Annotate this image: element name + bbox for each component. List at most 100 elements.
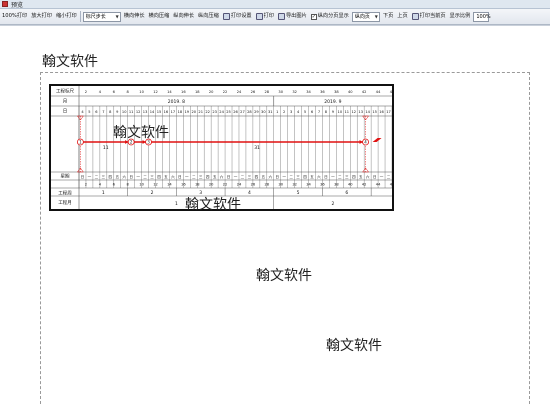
weekday-label: 五 (359, 175, 363, 179)
work-month-number: 2 (331, 201, 334, 207)
scale-number-bottom: 32 (292, 183, 297, 187)
day-number: 19 (185, 110, 190, 114)
scale-number-bottom: 14 (167, 183, 172, 187)
weekday-label: 日 (373, 175, 377, 179)
row-label: 工程标尺 (56, 88, 74, 95)
day-number: 6 (95, 110, 98, 114)
row-label: 日 (63, 109, 68, 115)
scale-number: 42 (362, 90, 367, 94)
day-number: 12 (351, 110, 356, 114)
print-setup-button[interactable]: 打印设置 (222, 11, 253, 22)
weekday-label: 三 (248, 175, 252, 179)
weekday-label: 三 (199, 175, 203, 179)
page-split-checkbox[interactable]: ✓ (310, 13, 317, 20)
scale-number-bottom: 44 (376, 183, 381, 187)
window-titlebar: 预览 (0, 0, 550, 9)
day-number: 7 (318, 110, 320, 114)
weekday-label: 六 (171, 174, 175, 179)
print-button[interactable]: 打印 (255, 11, 275, 22)
page-direction-value: 纵向页 (354, 14, 370, 20)
day-number: 12 (136, 110, 141, 114)
day-number: 13 (143, 110, 148, 114)
scale-number-bottom: 38 (334, 183, 339, 187)
preview-viewport[interactable] (0, 25, 550, 405)
page-split-toggle[interactable]: ✓ 纵向分页显示 (310, 11, 350, 22)
week-number: 2 (151, 190, 154, 196)
weekday-label: 六 (220, 174, 224, 179)
scale-number: 38 (334, 90, 339, 94)
day-number: 4 (297, 110, 300, 114)
weekday-label: 日 (178, 175, 182, 179)
scale-number-bottom: 6 (113, 183, 116, 187)
day-number: 17 (386, 110, 391, 114)
horizontal-compress-button[interactable]: 横向压缩 (148, 11, 171, 22)
ruler-step-select[interactable]: 标尺步长 ▼ (82, 11, 121, 22)
day-number: 18 (178, 110, 183, 114)
zoom-value: 100% (476, 13, 491, 20)
scale-number: 22 (223, 90, 228, 94)
network-schedule-chart: 工程标尺月日星期 工程周 工程月 4 日 5 一 6 二 7 三 8 四 9 五 10 六 11 日 12 一 13 二 14… (49, 84, 394, 211)
weekday-label: 二 (95, 175, 99, 179)
scale-number: 2 (85, 90, 87, 94)
vertical-compress-button[interactable]: 纵向压缩 (197, 11, 220, 22)
weekday-label: 二 (143, 175, 147, 179)
vertical-stretch-button[interactable]: 纵向伸长 (172, 11, 195, 22)
page-split-label: 纵向分页显示 (317, 13, 349, 19)
scale-number: 46 (390, 90, 392, 94)
print-current-label: 打印当前页 (419, 13, 446, 19)
preview-toolbar: 100%打印 放大打印 缩小打印 标尺步长 ▼ 横向伸长 横向压缩 纵向伸长 纵向… (0, 9, 550, 25)
day-number: 6 (311, 110, 314, 114)
actual-size-print-button[interactable]: 100%打印 (1, 11, 28, 22)
export-image-button[interactable]: 导出图片 (277, 11, 308, 22)
row-label: 星期 (61, 174, 70, 180)
week-number: 6 (345, 190, 348, 196)
zoom-label: 显示比例 (449, 13, 471, 19)
watermark-text: 翰文软件 (326, 338, 382, 354)
prev-page-button[interactable]: 上页 (396, 11, 408, 22)
weekday-label: 六 (317, 174, 321, 179)
month-label: 2019. 8 (168, 99, 185, 105)
weekday-label: 四 (157, 175, 161, 179)
weekday-label: 日 (129, 175, 133, 179)
day-number: 9 (332, 110, 335, 114)
horizontal-stretch-button[interactable]: 横向伸长 (123, 11, 146, 22)
scale-number: 12 (153, 90, 158, 94)
weekday-label: 一 (282, 175, 286, 179)
scale-number-bottom: 22 (223, 183, 228, 187)
day-number: 16 (164, 110, 169, 114)
print-current-page-button[interactable]: 打印当前页 (411, 11, 447, 22)
scale-number: 44 (376, 90, 381, 94)
scale-number: 26 (251, 90, 256, 94)
day-number: 26 (233, 110, 238, 114)
scale-number: 8 (127, 90, 130, 94)
zoom-out-print-button[interactable]: 缩小打印 (55, 11, 78, 22)
next-page-button[interactable]: 下页 (382, 11, 394, 22)
day-number: 10 (122, 110, 127, 114)
zoom-select[interactable]: 100% (473, 11, 491, 22)
ruler-step-value: 标尺步长 (85, 14, 106, 20)
weekday-label: 三 (102, 175, 106, 179)
weekday-label: 一 (136, 175, 140, 179)
scale-number-bottom: 36 (320, 183, 325, 187)
scale-number-bottom: 46 (390, 183, 392, 187)
scale-number: 14 (167, 90, 172, 94)
day-number: 9 (116, 110, 119, 114)
scale-number-bottom: 24 (237, 183, 242, 187)
app-icon (2, 1, 8, 7)
weekday-label: 一 (331, 175, 335, 179)
scale-number-bottom: 8 (127, 183, 130, 187)
day-number: 5 (304, 110, 306, 114)
page-direction-select[interactable]: 纵向页 ▼ (351, 11, 380, 22)
watermark-text: 翰文软件 (256, 268, 312, 284)
scale-number: 10 (139, 90, 144, 94)
toolbar-divider (79, 11, 81, 22)
zoom-in-print-button[interactable]: 放大打印 (30, 11, 53, 22)
scale-number-bottom: 12 (153, 183, 158, 187)
image-icon (277, 13, 285, 20)
weekday-label: 二 (387, 175, 391, 179)
scale-number: 20 (209, 90, 214, 94)
day-number: 22 (205, 110, 210, 114)
weekday-label: 日 (324, 175, 328, 179)
day-number: 8 (109, 110, 112, 114)
day-number: 14 (150, 110, 155, 114)
